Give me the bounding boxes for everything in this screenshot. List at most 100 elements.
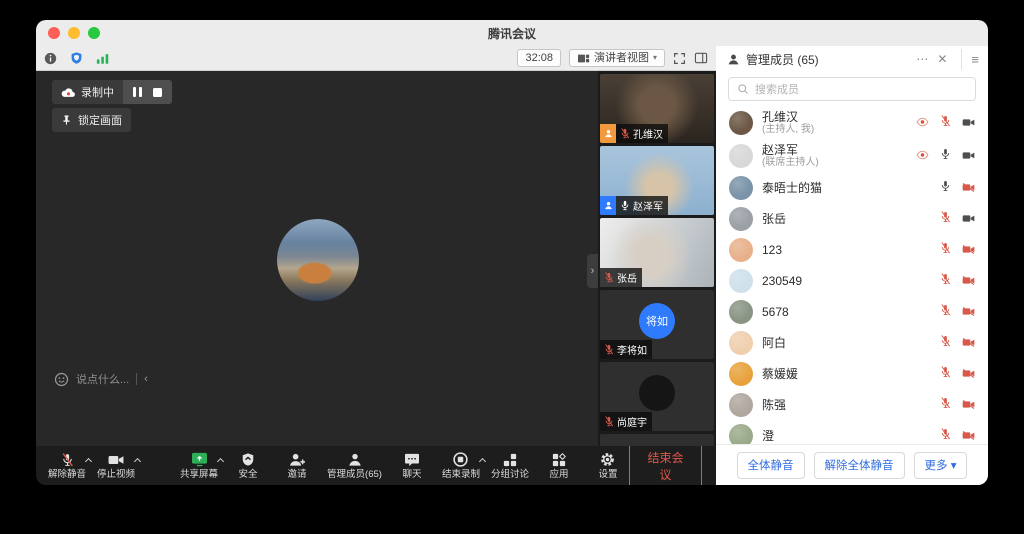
mic-icon — [940, 428, 951, 440]
member-mic-toggle[interactable] — [940, 396, 951, 414]
member-name: 孔维汉 — [762, 110, 907, 124]
mic-icon — [940, 366, 951, 378]
control-label: 解除静音 — [48, 470, 86, 480]
end-meeting-button[interactable]: 结束会议 — [629, 443, 702, 486]
control-shield[interactable]: 安全 — [227, 452, 269, 480]
member-row-澄[interactable]: 澄 — [716, 420, 988, 444]
video-tile-孔维汉[interactable]: 孔维汉 — [600, 74, 714, 143]
layout-view-icon — [577, 53, 590, 64]
camera-icon — [962, 369, 975, 378]
member-camera-toggle[interactable] — [962, 272, 975, 290]
fullscreen-icon[interactable] — [673, 52, 686, 65]
watching-eye-icon — [916, 114, 929, 132]
member-mic-toggle[interactable] — [940, 210, 951, 228]
close-window-button[interactable] — [48, 27, 60, 39]
camera-icon — [962, 307, 975, 316]
panel-menu-icon[interactable]: ≡ — [961, 49, 988, 70]
chevron-up-icon[interactable] — [134, 457, 141, 464]
stop-record-icon — [453, 452, 468, 467]
control-apps[interactable]: 应用 — [538, 452, 580, 480]
side-panel-toggle-icon[interactable] — [694, 52, 708, 64]
control-invite[interactable]: 邀请 — [276, 452, 318, 480]
member-camera-toggle[interactable] — [962, 427, 975, 445]
member-camera-toggle[interactable] — [962, 303, 975, 321]
members-panel-header: 管理成员 (65) ⋯ ✕ ≡ — [716, 46, 988, 72]
recording-status-label: 录制中 — [81, 84, 114, 100]
control-mic-off[interactable]: 解除静音 — [46, 452, 88, 480]
divider — [136, 373, 137, 385]
member-camera-toggle[interactable] — [962, 114, 975, 132]
security-shield-icon[interactable] — [70, 51, 83, 65]
member-row-5678[interactable]: 5678 — [716, 296, 988, 327]
member-avatar — [729, 176, 753, 200]
pause-recording-button[interactable] — [133, 87, 142, 97]
member-row-赵泽军[interactable]: 赵泽军(联席主持人) — [716, 139, 988, 172]
member-camera-toggle[interactable] — [962, 334, 975, 352]
member-row-阿白[interactable]: 阿白 — [716, 327, 988, 358]
member-mic-toggle[interactable] — [940, 114, 951, 132]
more-dropdown-button[interactable]: 更多 ▾ — [914, 452, 968, 479]
member-mic-toggle[interactable] — [940, 303, 951, 321]
panel-close-icon[interactable]: ✕ — [937, 52, 947, 66]
control-breakout[interactable]: 分组讨论 — [489, 452, 531, 480]
panel-more-icon[interactable]: ⋯ — [916, 52, 928, 66]
minimize-window-button[interactable] — [68, 27, 80, 39]
mic-icon — [940, 304, 951, 316]
lock-view-label: 锁定画面 — [78, 112, 122, 128]
member-search-input[interactable]: 搜索成员 — [728, 77, 976, 101]
lock-view-button[interactable]: 锁定画面 — [52, 108, 131, 132]
window-title: 腾讯会议 — [36, 25, 988, 42]
control-gear[interactable]: 设置 — [587, 452, 629, 480]
view-mode-dropdown[interactable]: 演讲者视图 ▾ — [569, 49, 665, 67]
member-mic-toggle[interactable] — [940, 241, 951, 259]
member-avatar — [729, 362, 753, 386]
meeting-info-icon[interactable] — [44, 52, 57, 65]
member-row-泰晤士的猫[interactable]: 泰晤士的猫 — [716, 172, 988, 203]
member-mic-toggle[interactable] — [940, 365, 951, 383]
chevron-up-icon[interactable] — [479, 457, 486, 464]
member-row-陈强[interactable]: 陈强 — [716, 389, 988, 420]
watching-eye-icon — [916, 117, 929, 127]
member-mic-toggle[interactable] — [940, 427, 951, 445]
quick-chat-input[interactable]: 说点什么... ‹ — [54, 371, 148, 387]
member-camera-toggle[interactable] — [962, 179, 975, 197]
member-camera-toggle[interactable] — [962, 396, 975, 414]
mute-all-button[interactable]: 全体静音 — [737, 452, 805, 479]
member-mic-toggle[interactable] — [940, 147, 951, 165]
network-signal-icon[interactable] — [96, 53, 110, 64]
member-row-孔维汉[interactable]: 孔维汉(主持人, 我) — [716, 106, 988, 139]
member-camera-toggle[interactable] — [962, 241, 975, 259]
host-badge-icon — [600, 124, 616, 143]
member-row-230549[interactable]: 230549 — [716, 265, 988, 296]
unmute-all-button[interactable]: 解除全体静音 — [814, 452, 905, 479]
member-camera-toggle[interactable] — [962, 210, 975, 228]
control-camera[interactable]: 停止视频 — [95, 452, 137, 480]
collapse-chat-icon[interactable]: ‹ — [144, 373, 148, 385]
video-tile-赵泽军[interactable]: 赵泽军 — [600, 146, 714, 215]
cloud-recording-icon — [61, 87, 76, 98]
member-mic-toggle[interactable] — [940, 272, 951, 290]
member-camera-toggle[interactable] — [962, 365, 975, 383]
member-mic-toggle[interactable] — [940, 179, 951, 197]
tile-avatar: 将如 — [639, 303, 675, 339]
zoom-window-button[interactable] — [88, 27, 100, 39]
member-mic-toggle[interactable] — [940, 334, 951, 352]
control-members[interactable]: 管理成员(65) — [325, 452, 384, 480]
video-tile-张岳[interactable]: 张岳 — [600, 218, 714, 287]
chevron-right-icon: › — [591, 265, 595, 277]
member-row-123[interactable]: 123 — [716, 234, 988, 265]
control-label: 共享屏幕 — [180, 470, 218, 480]
control-record[interactable]: 结束录制 — [440, 452, 482, 480]
chevron-up-icon[interactable] — [85, 457, 92, 464]
chat-placeholder: 说点什么... — [76, 371, 129, 387]
video-tile-尚庭宇[interactable]: 尚庭宇 — [600, 362, 714, 431]
stop-recording-button[interactable] — [153, 88, 162, 97]
chevron-up-icon[interactable] — [217, 457, 224, 464]
member-row-蔡媛媛[interactable]: 蔡媛媛 — [716, 358, 988, 389]
control-share[interactable]: 共享屏幕 — [178, 452, 220, 480]
collapse-strip-handle[interactable]: › — [587, 254, 598, 288]
control-chat[interactable]: 聊天 — [391, 452, 433, 480]
video-tile-李将如[interactable]: 将如李将如 — [600, 290, 714, 359]
member-row-张岳[interactable]: 张岳 — [716, 203, 988, 234]
member-camera-toggle[interactable] — [962, 147, 975, 165]
